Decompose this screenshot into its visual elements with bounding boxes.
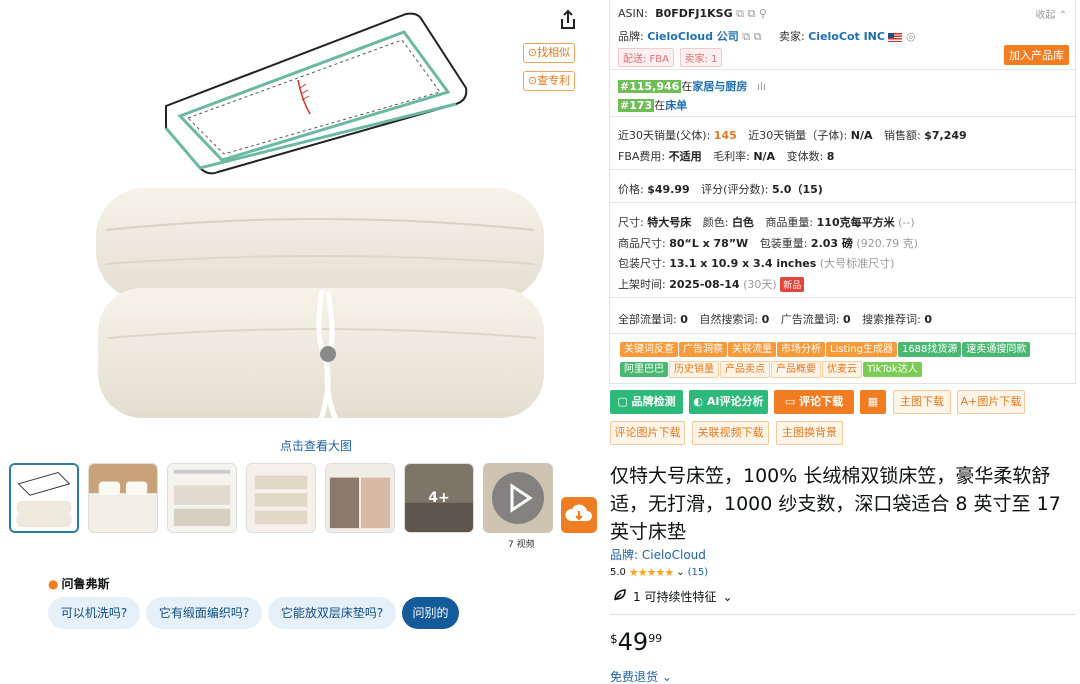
copy-icon[interactable]: ⧉ bbox=[736, 7, 744, 20]
tool-aliexpress-same[interactable]: 速卖通搜同款 bbox=[962, 342, 1031, 357]
tool-1688-source[interactable]: 1688找货源 bbox=[897, 342, 962, 357]
find-similar-button[interactable]: ⊙找相似 bbox=[523, 43, 575, 63]
link-icon[interactable]: ⧉ bbox=[747, 7, 755, 20]
location-icon[interactable]: ⚲ bbox=[759, 7, 767, 20]
seller-link[interactable]: CieloCot INC bbox=[808, 30, 885, 43]
calculator-icon[interactable]: ▦ bbox=[860, 390, 886, 414]
delivery-tag: 配送: FBA bbox=[618, 48, 675, 67]
related-video-download-button[interactable]: 关联视频下载 bbox=[692, 421, 769, 445]
rank-row-1: #115,946 在家居与厨房 ılı bbox=[618, 80, 766, 93]
tool-history-sales[interactable]: 历史销量 bbox=[669, 361, 719, 378]
tool-tiktok-influencer[interactable]: TikTok达人 bbox=[863, 362, 922, 377]
new-badge: 新品 bbox=[780, 277, 805, 292]
chart-icon[interactable]: ılı bbox=[757, 80, 766, 93]
rufus-chip-1[interactable]: 可以机洗吗? bbox=[48, 597, 140, 629]
rufus-chip-3[interactable]: 它能放双层床垫吗? bbox=[268, 597, 396, 629]
fee-row: FBA费用: 不适用 毛利率: N/A 变体数: 8 bbox=[618, 150, 835, 163]
tool-ad-insight[interactable]: 广告洞察 bbox=[679, 342, 727, 357]
main-product-image[interactable] bbox=[88, 8, 558, 428]
tool-keyword-reverse[interactable]: 关键词反查 bbox=[620, 342, 678, 357]
sustainability-features[interactable]: 1 可持续性特征 ⌄ bbox=[613, 588, 733, 605]
dims-row: 商品尺寸: 80“L x 78”W 包装重量: 2.03 磅 (920.79 克… bbox=[618, 237, 918, 250]
us-flag-icon bbox=[888, 32, 903, 42]
keywords-row: 全部流量词: 0 自然搜索词: 0 广告流量词: 0 搜索推荐词: 0 bbox=[618, 313, 932, 326]
brand-link[interactable]: CieloCloud 公司 bbox=[647, 30, 739, 43]
thumbnail-1[interactable] bbox=[9, 463, 79, 533]
listed-row: 上架时间: 2025-08-14 (30天) 新品 bbox=[618, 276, 805, 292]
seller-plugin-panel: ASIN: B0FDFJ1KSG ⧉ ⧉ ⚲ 收起 ⌃ 品牌: CieloClo… bbox=[609, 0, 1076, 384]
thumbnail-4[interactable] bbox=[246, 463, 316, 533]
chevron-down-icon: ⌄ bbox=[658, 670, 672, 684]
tools-row-2: 阿里巴巴 历史销量 产品卖点 产品概要 优麦云 TikTok达人 bbox=[620, 361, 923, 381]
rank-category-1[interactable]: 家居与厨房 bbox=[692, 80, 747, 93]
share-icon[interactable] bbox=[556, 8, 580, 32]
rufus-ask-other[interactable]: 问别的 bbox=[402, 597, 459, 629]
tool-youmaiyun[interactable]: 优麦云 bbox=[822, 361, 862, 378]
rank-category-2[interactable]: 床单 bbox=[665, 99, 687, 112]
ai-review-analysis-button[interactable]: ◐ AI评论分析 bbox=[689, 390, 768, 414]
thumbnail-5[interactable] bbox=[325, 463, 395, 533]
free-returns-link[interactable]: 免费退货 ⌄ bbox=[610, 668, 672, 684]
rank-row-2: #173 在床单 bbox=[618, 99, 688, 112]
main-image-download-button[interactable]: 主图下载 bbox=[893, 390, 951, 414]
cloud-download-icon[interactable] bbox=[561, 497, 597, 533]
divider bbox=[610, 614, 1076, 615]
tool-product-summary[interactable]: 产品概要 bbox=[771, 361, 821, 378]
rating-summary[interactable]: 5.0 ★★★★★ ⌄ (15) bbox=[610, 566, 708, 579]
tool-market-analysis[interactable]: 市场分析 bbox=[777, 342, 825, 357]
add-to-library-button[interactable]: 加入产品库 bbox=[1004, 45, 1069, 65]
chevron-down-icon[interactable]: ⌄ bbox=[722, 590, 732, 604]
brand-store-link[interactable]: 品牌: CieloCloud bbox=[610, 546, 706, 563]
review-download-button[interactable]: ▭ 评论下载 bbox=[774, 390, 854, 414]
asin-row: ASIN: B0FDFJ1KSG ⧉ ⧉ ⚲ bbox=[618, 7, 767, 20]
brand-seller-row: 品牌: CieloCloud 公司 ⧉ ⧉ 卖家: CieloCot INC ◎ bbox=[618, 30, 916, 43]
review-image-download-button[interactable]: 评论图片下载 bbox=[610, 421, 685, 445]
thumbnail-2[interactable] bbox=[88, 463, 158, 533]
video-count: 7 视频 bbox=[508, 540, 535, 550]
tools-row-1: 关键词反查 广告洞察 关联流量 市场分析 Listing生成器 1688找货源 速卖通搜同款 bbox=[620, 342, 1070, 360]
sales-row: 近30天销量(父体): 145 近30天销量（子体): N/A 销售额: $7,… bbox=[618, 129, 967, 142]
asin-value: B0FDFJ1KSG bbox=[655, 7, 733, 20]
price: $ 49 99 bbox=[610, 628, 663, 656]
rufus-title: ● 问鲁弗斯 bbox=[48, 576, 110, 592]
chevron-down-icon[interactable]: ⌄ bbox=[676, 567, 684, 578]
size-row: 尺寸: 特大号床 颜色: 白色 商品重量: 110克每平方米 (--) bbox=[618, 216, 915, 229]
tool-selling-points[interactable]: 产品卖点 bbox=[720, 361, 770, 378]
delivery-row: 配送: FBA 卖家: 1 bbox=[618, 48, 724, 67]
rating-count-link[interactable]: (15) bbox=[688, 567, 709, 578]
collapse-button[interactable]: 收起 ⌃ bbox=[1035, 6, 1067, 21]
replace-background-button[interactable]: 主图换背景 bbox=[776, 421, 843, 445]
leaf-icon bbox=[613, 588, 627, 605]
aplus-image-download-button[interactable]: A+图片下载 bbox=[957, 390, 1025, 414]
view-large-image-link[interactable]: 点击查看大图 bbox=[280, 437, 352, 454]
pkg-dims-row: 包装尺寸: 13.1 x 10.9 x 3.4 inches (大号标准尺寸) bbox=[618, 257, 895, 270]
video-thumbnail[interactable] bbox=[483, 463, 553, 533]
product-title: 仅特大号床笠，100% 长绒棉双锁床笠，豪华柔软舒适，无打滑，1000 纱支数，… bbox=[610, 465, 1061, 543]
rufus-chip-2[interactable]: 它有缎面编织吗? bbox=[146, 597, 262, 629]
tool-alibaba[interactable]: 阿里巴巴 bbox=[620, 362, 668, 377]
check-patent-button[interactable]: ⊙查专利 bbox=[523, 71, 575, 91]
copy-icon[interactable]: ⧉ ⧉ bbox=[742, 30, 761, 43]
tool-listing-generator[interactable]: Listing生成器 bbox=[826, 342, 897, 357]
brand-check-button[interactable]: ▢ 品牌检测 bbox=[610, 390, 683, 414]
price-rating-row: 价格: $49.99 评分(评分数): 5.0（15) bbox=[618, 183, 823, 196]
thumbnail-more[interactable]: 4+ bbox=[404, 463, 474, 533]
star-rating-icon: ★★★★★ bbox=[628, 566, 674, 579]
rufus-icon: ● bbox=[48, 576, 59, 591]
location-icon[interactable]: ◎ bbox=[906, 30, 916, 43]
tool-related-traffic[interactable]: 关联流量 bbox=[728, 342, 776, 357]
sellers-tag: 卖家: 1 bbox=[679, 48, 723, 67]
thumbnail-3[interactable] bbox=[167, 463, 237, 533]
